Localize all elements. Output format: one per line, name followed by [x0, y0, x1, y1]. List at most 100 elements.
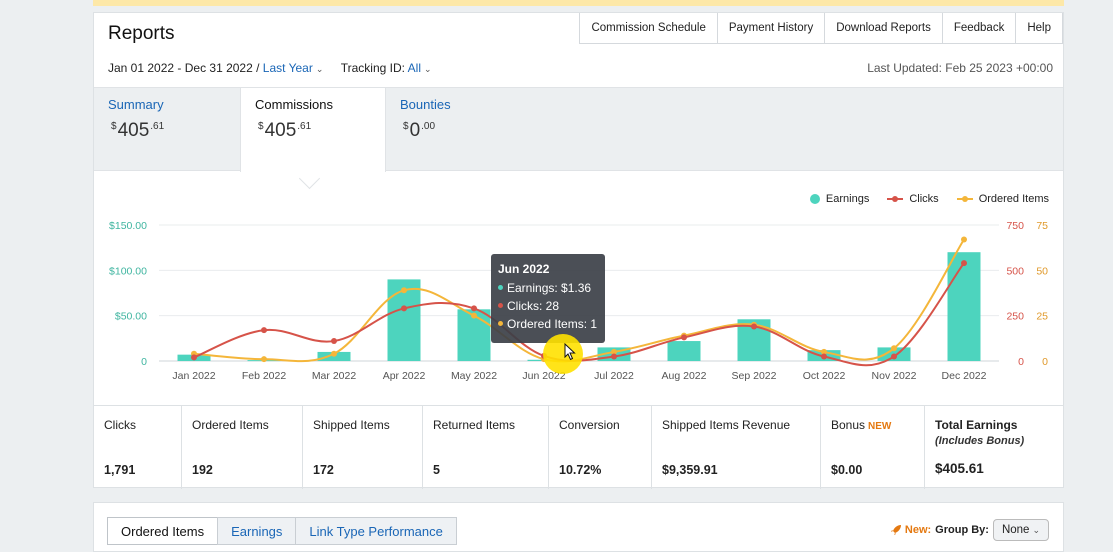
ordered-items-point[interactable]	[891, 345, 897, 352]
date-range: Jan 01 2022 - Dec 31 2022 /	[108, 61, 260, 75]
ordered-items-point[interactable]	[261, 356, 267, 363]
rocket-icon	[890, 525, 901, 535]
group-by-select[interactable]: None ⌄	[992, 519, 1049, 541]
chevron-down-icon: ⌄	[1032, 525, 1040, 535]
date-preset-label: Last Year	[262, 61, 313, 75]
x-tick-label: Dec 2022	[942, 370, 987, 382]
reports-card: Reports Commission Schedule Payment Hist…	[93, 12, 1064, 489]
legend-earnings[interactable]: Earnings	[809, 193, 869, 205]
stat-conversion: Conversion 10.72%	[549, 406, 652, 489]
commission-schedule-tab[interactable]: Commission Schedule	[579, 13, 718, 44]
mouse-pointer-icon	[564, 343, 576, 361]
ordered-items-point[interactable]	[471, 312, 477, 319]
stat-clicks: Clicks 1,791	[94, 406, 182, 489]
stats-row: Clicks 1,791 Ordered Items 192 Shipped Ite…	[94, 405, 1063, 489]
y-right-clicks-tick-label: 0	[1018, 356, 1024, 368]
stat-shipped-revenue: Shipped Items Revenue $9,359.91	[652, 406, 821, 489]
y-right-ordered-tick-label: 25	[1036, 311, 1048, 323]
stat-shipped-items: Shipped Items 172	[303, 406, 423, 489]
summary-tab-label: Summary	[108, 97, 164, 112]
feedback-tab[interactable]: Feedback	[941, 13, 1017, 44]
chevron-down-icon: ⌄	[424, 64, 432, 74]
clicks-point[interactable]	[331, 338, 337, 345]
report-filters: Jan 01 2022 - Dec 31 2022 / Last Year ⌄ T…	[108, 61, 432, 75]
chart-legend: Earnings Clicks Ordered Items	[792, 193, 1049, 205]
summary-amount: $405.61	[111, 120, 165, 141]
clicks-point[interactable]	[401, 305, 407, 312]
stat-returned-items: Returned Items 5	[423, 406, 549, 489]
legend-ordered-line	[956, 196, 973, 202]
earnings-bar[interactable]	[947, 252, 981, 361]
x-tick-label: Apr 2022	[383, 370, 426, 382]
y-right-ordered-tick-label: 75	[1036, 220, 1048, 232]
earnings-bar[interactable]	[667, 341, 701, 361]
x-tick-label: Mar 2022	[312, 370, 357, 382]
x-tick-label: Jul 2022	[594, 370, 634, 382]
ordered-items-point[interactable]	[961, 236, 967, 243]
clicks-point[interactable]	[821, 353, 827, 360]
clicks-point[interactable]	[751, 323, 757, 330]
ordered-items-point[interactable]	[401, 287, 407, 294]
y-right-ordered-tick-label: 0	[1042, 356, 1048, 368]
legend-ordered-items[interactable]: Ordered Items	[956, 193, 1049, 205]
tab-commissions[interactable]: Commissions $405.61	[240, 88, 386, 172]
top-nav-tabs: Commission Schedule Payment History Down…	[579, 13, 1063, 44]
y-right-clicks-tick-label: 750	[1006, 220, 1024, 232]
tracking-id-dropdown[interactable]: All ⌄	[408, 61, 432, 75]
last-updated: Last Updated: Feb 25 2023 +00:00	[867, 61, 1053, 75]
stat-total-earnings: Total Earnings (Includes Bonus) $405.61	[935, 418, 1025, 476]
x-tick-label: Jan 2022	[172, 370, 215, 382]
y-left-tick-label: $50.00	[115, 311, 147, 323]
y-right-clicks-tick-label: 250	[1006, 311, 1024, 323]
x-tick-label: Aug 2022	[662, 370, 707, 382]
legend-clicks[interactable]: Clicks	[887, 193, 939, 205]
stat-ordered-items: Ordered Items 192	[182, 406, 303, 489]
tooltip-title: Jun 2022	[498, 262, 550, 276]
x-tick-label: Oct 2022	[803, 370, 846, 382]
notification-strip	[93, 0, 1064, 6]
clicks-point[interactable]	[891, 353, 897, 360]
stat-bonus: Bonus NEW $0.00	[821, 406, 925, 489]
x-tick-label: Nov 2022	[872, 370, 917, 382]
y-left-tick-label: 0	[141, 356, 147, 368]
tooltip-earnings: Earnings: $1.36	[498, 281, 591, 295]
tooltip-clicks: Clicks: 28	[498, 299, 559, 313]
ordered-items-point[interactable]	[331, 350, 337, 357]
group-by-control: New: Group By: None ⌄	[890, 519, 1049, 541]
bounties-amount: $0.00	[403, 120, 436, 141]
clicks-point[interactable]	[191, 354, 197, 361]
payment-history-tab[interactable]: Payment History	[716, 13, 826, 44]
summary-tabs: Summary $405.61 Commissions $405.61 Boun…	[94, 87, 1063, 172]
commissions-amount: $405.61	[258, 120, 312, 141]
group-by-new-label: New:	[904, 524, 932, 536]
legend-clicks-line	[887, 196, 904, 202]
bounties-tab-label: Bounties	[400, 97, 451, 112]
cursor-highlight	[543, 334, 583, 374]
group-by-label: Group By:	[935, 524, 989, 536]
y-right-clicks-tick-label: 500	[1006, 265, 1024, 277]
page-title: Reports	[108, 23, 175, 44]
tracking-label: Tracking ID:	[340, 61, 405, 75]
clicks-point[interactable]	[611, 353, 617, 360]
x-tick-label: Feb 2022	[242, 370, 287, 382]
date-preset-dropdown[interactable]: Last Year ⌄	[263, 61, 324, 75]
tab-bounties[interactable]: Bounties $0.00	[386, 88, 532, 170]
commissions-tab-label: Commissions	[255, 97, 334, 112]
y-right-ordered-tick-label: 50	[1036, 265, 1048, 277]
clicks-point[interactable]	[471, 305, 477, 312]
clicks-point[interactable]	[961, 260, 967, 267]
y-left-tick-label: $100.00	[109, 265, 147, 277]
tooltip-ordered: Ordered Items: 1	[498, 317, 597, 331]
x-tick-label: Sep 2022	[732, 370, 777, 382]
clicks-point[interactable]	[681, 334, 687, 341]
chart-tooltip: Jun 2022 Earnings: $1.36 Clicks: 28 Orde…	[491, 254, 605, 343]
download-reports-tab[interactable]: Download Reports	[824, 13, 943, 44]
detail-card: Ordered Items Earnings Link Type Perform…	[93, 502, 1064, 552]
clicks-point[interactable]	[261, 327, 267, 334]
chevron-down-icon: ⌄	[315, 64, 324, 74]
help-tab[interactable]: Help	[1015, 13, 1063, 44]
tab-summary[interactable]: Summary $405.61	[94, 88, 240, 170]
y-left-tick-label: $150.00	[109, 220, 147, 232]
legend-earnings-dot	[809, 194, 820, 204]
new-badge: NEW	[868, 421, 892, 432]
